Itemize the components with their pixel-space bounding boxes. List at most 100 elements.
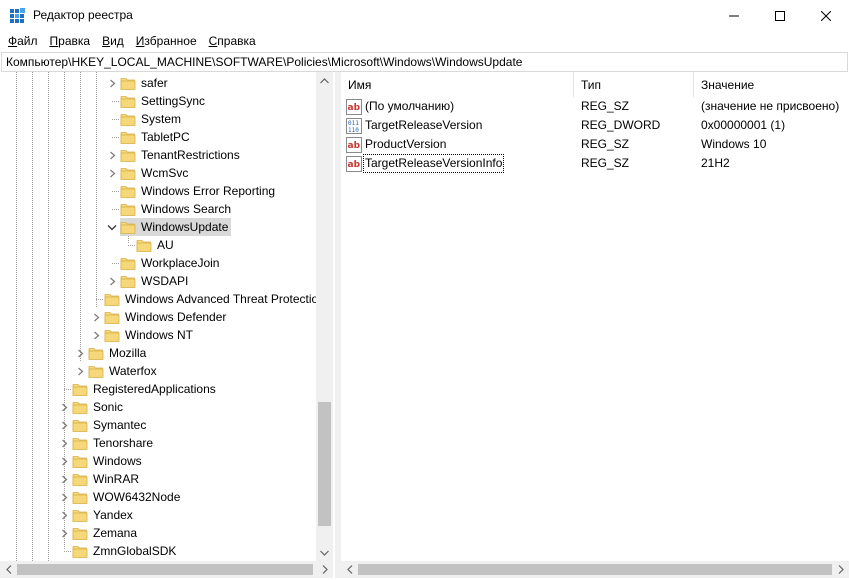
close-button[interactable] <box>803 0 849 32</box>
tree-item-tenorshare[interactable]: Tenorshare <box>56 434 156 452</box>
scroll-right-arrow-icon[interactable] <box>316 561 333 578</box>
tree-item-content[interactable]: Symantec <box>72 416 149 434</box>
chevron-right-icon[interactable] <box>56 434 72 452</box>
value-row[interactable]: ab (По умолчанию) REG_SZ (значение не присв… <box>341 97 849 116</box>
chevron-right-icon[interactable] <box>104 74 120 92</box>
chevron-right-icon[interactable] <box>56 470 72 488</box>
scroll-down-arrow-icon[interactable] <box>316 544 333 561</box>
tree-item-windowsupdate[interactable]: WindowsUpdate <box>104 218 232 236</box>
menu-file[interactable]: Файл <box>2 32 44 52</box>
menu-edit[interactable]: Правка <box>44 32 97 52</box>
value-row[interactable]: ab TargetReleaseVersionInfo REG_SZ 21H2 <box>341 154 849 173</box>
tree-item-content[interactable]: SettingSync <box>120 92 208 110</box>
value-row[interactable]: 011 110 TargetReleaseVersion REG_DWORD 0x000… <box>341 116 849 135</box>
chevron-right-icon[interactable] <box>72 344 88 362</box>
tree-item-zmnglobalsdk[interactable]: ZmnGlobalSDK <box>56 542 179 560</box>
chevron-right-icon[interactable] <box>104 146 120 164</box>
key-tree[interactable]: safer SettingSync System TabletPC TenantRest… <box>0 72 336 578</box>
values-scroll-right-arrow-icon[interactable] <box>832 561 849 578</box>
tree-item-content[interactable]: Yandex <box>72 506 136 524</box>
tree-item-mozilla[interactable]: Mozilla <box>72 344 149 362</box>
tree-item-content[interactable]: TabletPC <box>120 128 193 146</box>
chevron-right-icon[interactable] <box>104 272 120 290</box>
tree-item-tabletpc[interactable]: TabletPC <box>104 128 193 146</box>
tree-item-content[interactable]: Windows Error Reporting <box>120 182 278 200</box>
tree-item-safer[interactable]: safer <box>104 74 171 92</box>
tree-item-windows[interactable]: Windows <box>56 452 145 470</box>
values-scroll-left-arrow-icon[interactable] <box>341 561 358 578</box>
values-horizontal-scrollbar[interactable] <box>341 561 849 578</box>
menu-view[interactable]: Вид <box>96 32 130 52</box>
tree-item-content[interactable]: TenantRestrictions <box>120 146 243 164</box>
tree-item-content[interactable]: System <box>120 110 184 128</box>
address-bar[interactable]: Компьютер\HKEY_LOCAL_MACHINE\SOFTWARE\Po… <box>1 52 848 72</box>
tree-item-content[interactable]: RegisteredApplications <box>72 380 219 398</box>
chevron-right-icon[interactable] <box>56 524 72 542</box>
tree-item-content[interactable]: Waterfox <box>88 362 160 380</box>
values-hscroll-thumb[interactable] <box>358 564 832 575</box>
tree-item-yandex[interactable]: Yandex <box>56 506 136 524</box>
tree-horizontal-scrollbar[interactable] <box>0 561 333 578</box>
value-row[interactable]: ab ProductVersion REG_SZ Windows 10 <box>341 135 849 154</box>
chevron-right-icon[interactable] <box>56 452 72 470</box>
tree-item-content[interactable]: Windows Defender <box>104 308 229 326</box>
minimize-button[interactable] <box>711 0 757 32</box>
scroll-left-arrow-icon[interactable] <box>0 561 17 578</box>
chevron-right-icon[interactable] <box>88 308 104 326</box>
tree-item-content[interactable]: ZmnGlobalSDK <box>72 542 179 560</box>
chevron-right-icon[interactable] <box>56 506 72 524</box>
chevron-right-icon[interactable] <box>56 416 72 434</box>
tree-hscroll-thumb[interactable] <box>17 564 313 575</box>
tree-item-winrar[interactable]: WinRAR <box>56 470 142 488</box>
tree-item-wow6432node[interactable]: WOW6432Node <box>56 488 183 506</box>
tree-item-system[interactable]: System <box>104 110 184 128</box>
column-header-data[interactable]: Значение <box>694 72 849 97</box>
column-header-name[interactable]: Имя <box>341 72 574 97</box>
tree-vertical-scrollbar[interactable] <box>316 72 333 561</box>
tree-item-content[interactable]: WOW6432Node <box>72 488 183 506</box>
tree-item-wsdapi[interactable]: WSDAPI <box>104 272 191 290</box>
tree-item-windows-defender[interactable]: Windows Defender <box>88 308 229 326</box>
tree-item-content[interactable]: Windows <box>72 452 145 470</box>
tree-item-symantec[interactable]: Symantec <box>56 416 149 434</box>
chevron-right-icon[interactable] <box>72 362 88 380</box>
tree-item-content[interactable]: Sonic <box>72 398 126 416</box>
tree-item-registeredapplications[interactable]: RegisteredApplications <box>56 380 219 398</box>
chevron-down-icon[interactable] <box>104 218 120 236</box>
tree-item-wcmsvc[interactable]: WcmSvc <box>104 164 191 182</box>
tree-item-workplacejoin[interactable]: WorkplaceJoin <box>104 254 222 272</box>
tree-item-content[interactable]: WinRAR <box>72 470 142 488</box>
menu-help[interactable]: Справка <box>203 32 262 52</box>
tree-item-sonic[interactable]: Sonic <box>56 398 126 416</box>
tree-item-windows-error-reporting[interactable]: Windows Error Reporting <box>104 182 278 200</box>
tree-item-content[interactable]: safer <box>120 74 171 92</box>
tree-item-content[interactable]: WorkplaceJoin <box>120 254 222 272</box>
tree-item-content[interactable]: WSDAPI <box>120 272 191 290</box>
tree-item-waterfox[interactable]: Waterfox <box>72 362 160 380</box>
tree-item-windows-search[interactable]: Windows Search <box>104 200 234 218</box>
tree-item-windows-nt[interactable]: Windows NT <box>88 326 196 344</box>
tree-item-content[interactable]: Zemana <box>72 524 140 542</box>
chevron-right-icon[interactable] <box>104 164 120 182</box>
tree-scroll-thumb[interactable] <box>318 402 331 526</box>
tree-item-content[interactable]: Windows Search <box>120 200 234 218</box>
tree-item-au[interactable]: AU <box>120 236 177 254</box>
tree-item-content[interactable]: Windows Advanced Threat Protection <box>104 290 328 308</box>
tree-item-zemana[interactable]: Zemana <box>56 524 140 542</box>
chevron-right-icon[interactable] <box>88 326 104 344</box>
tree-item-tenantrestrictions[interactable]: TenantRestrictions <box>104 146 243 164</box>
tree-item-content[interactable]: Tenorshare <box>72 434 156 452</box>
tree-item-content[interactable]: WcmSvc <box>120 164 191 182</box>
tree-item-content[interactable]: AU <box>136 236 177 254</box>
chevron-right-icon[interactable] <box>56 488 72 506</box>
tree-item-content[interactable]: WindowsUpdate <box>120 218 232 236</box>
tree-item-windows-advanced-threat-protection[interactable]: Windows Advanced Threat Protection <box>88 290 328 308</box>
menu-favorites[interactable]: Избранное <box>130 32 203 52</box>
chevron-right-icon[interactable] <box>56 398 72 416</box>
maximize-button[interactable] <box>757 0 803 32</box>
values-list[interactable]: Имя Тип Значение ab (По умолчанию) REG_SZ (… <box>341 72 849 578</box>
scroll-up-arrow-icon[interactable] <box>316 72 333 89</box>
tree-item-settingsync[interactable]: SettingSync <box>104 92 208 110</box>
tree-item-content[interactable]: Mozilla <box>88 344 149 362</box>
tree-item-content[interactable]: Windows NT <box>104 326 196 344</box>
